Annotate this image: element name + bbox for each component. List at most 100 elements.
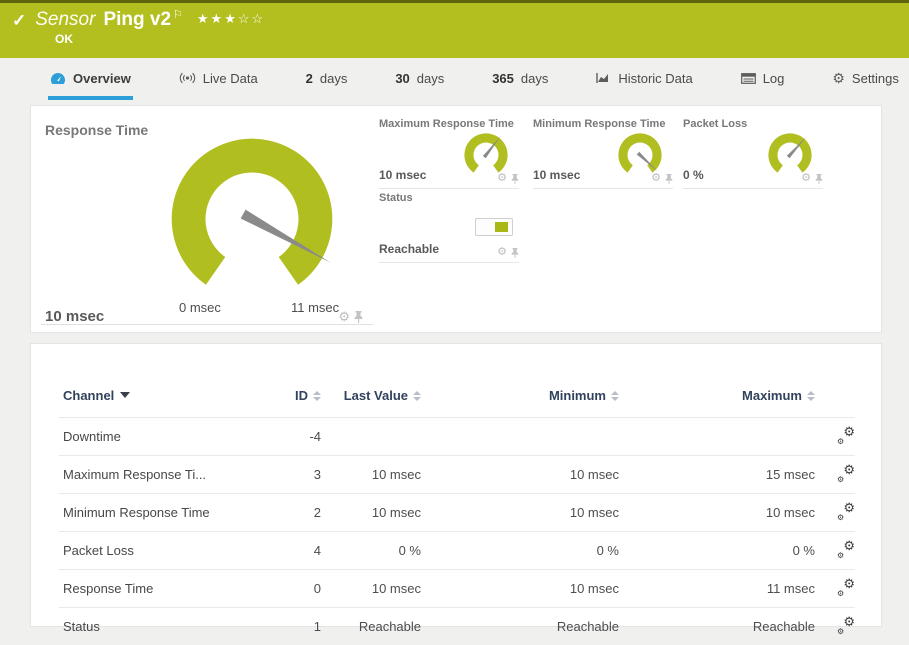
channel-settings-gears-icon[interactable]: ⚙⚙ <box>837 465 855 481</box>
column-header-channel[interactable]: Channel <box>59 382 259 418</box>
gauge-icon <box>50 72 66 85</box>
channel-settings-gears-icon[interactable]: ⚙⚙ <box>837 503 855 519</box>
flag-icon[interactable]: ⚐ <box>173 8 183 21</box>
status-value: Reachable <box>379 242 439 256</box>
table-row[interactable]: Response Time 0 10 msec 10 msec 11 msec … <box>59 570 855 608</box>
table-row[interactable]: Downtime -4 ⚙⚙ <box>59 418 855 456</box>
table-row[interactable]: Maximum Response Ti... 3 10 msec 10 msec… <box>59 456 855 494</box>
gauge-settings-gear-icon[interactable]: ⚙ <box>801 173 811 184</box>
channel-last-value-cell: Reachable <box>325 608 425 645</box>
table-row[interactable]: Status 1 Reachable Reachable Reachable ⚙… <box>59 608 855 645</box>
column-header-maximum[interactable]: Maximum <box>623 382 819 418</box>
channel-name-cell[interactable]: Status <box>59 608 259 645</box>
sort-icon <box>413 391 421 401</box>
response-time-gauge <box>159 126 345 312</box>
pin-icon[interactable] <box>665 174 673 184</box>
column-header-minimum[interactable]: Minimum <box>425 382 623 418</box>
column-header-id[interactable]: ID <box>259 382 325 418</box>
gauge-settings-gear-icon[interactable]: ⚙ <box>497 247 507 258</box>
priority-stars[interactable]: ★★★☆☆ <box>197 11 265 27</box>
channel-name-cell[interactable]: Packet Loss <box>59 532 259 570</box>
column-label: ID <box>295 388 308 403</box>
pin-icon[interactable] <box>511 174 519 184</box>
live-data-icon <box>179 72 196 84</box>
tab-365-days[interactable]: 365 days <box>490 60 550 100</box>
table-row[interactable]: Minimum Response Time 2 10 msec 10 msec … <box>59 494 855 532</box>
channel-settings-gears-icon[interactable]: ⚙⚙ <box>837 427 855 443</box>
gauge-title: Status <box>379 192 413 204</box>
channel-actions-cell: ⚙⚙ <box>819 456 855 494</box>
channel-settings-gears-icon[interactable]: ⚙⚙ <box>837 579 855 595</box>
tab-label: Live Data <box>203 71 258 86</box>
sort-icon <box>807 391 815 401</box>
channel-name-cell[interactable]: Minimum Response Time <box>59 494 259 532</box>
gauge-settings-gear-icon[interactable]: ⚙ <box>651 173 661 184</box>
channel-maximum-cell: 0 % <box>623 532 819 570</box>
tab-number: 30 <box>395 71 409 86</box>
gauge-current-value: 10 msec <box>379 168 426 182</box>
tab-overview[interactable]: Overview <box>48 60 133 100</box>
column-header-last-value[interactable]: Last Value <box>325 382 425 418</box>
column-label: Minimum <box>549 388 606 403</box>
log-list-icon <box>741 73 756 84</box>
tab-30-days[interactable]: 30 days <box>393 60 446 100</box>
channel-minimum-cell: 10 msec <box>425 570 623 608</box>
tab-label: Overview <box>73 71 131 86</box>
tab-settings[interactable]: ⚙ Settings <box>830 60 901 100</box>
channel-id-cell: 4 <box>259 532 325 570</box>
channel-maximum-cell: 15 msec <box>623 456 819 494</box>
channel-minimum-cell: 10 msec <box>425 456 623 494</box>
gear-icon: ⚙ <box>832 71 845 85</box>
sensor-name: Ping v2 <box>103 9 171 31</box>
status-toggle-knob <box>495 222 508 232</box>
channel-name-cell[interactable]: Response Time <box>59 570 259 608</box>
gauge-title: Maximum Response Time <box>379 118 514 130</box>
pin-icon[interactable] <box>511 248 519 258</box>
channel-id-cell: 1 <box>259 608 325 645</box>
tab-number: 2 <box>306 71 313 86</box>
channel-last-value-cell: 10 msec <box>325 494 425 532</box>
overview-gauges-panel: Response Time 0 msec 11 msec 10 msec ⚙ M… <box>30 105 882 333</box>
tab-label: Historic Data <box>618 71 692 86</box>
column-label: Channel <box>63 388 114 403</box>
tab-label: days <box>417 71 444 86</box>
tab-live-data[interactable]: Live Data <box>177 60 260 100</box>
pin-icon[interactable] <box>815 174 823 184</box>
channel-minimum-cell <box>425 418 623 456</box>
gauge-current-value: 0 % <box>683 168 704 182</box>
sort-icon <box>313 391 321 401</box>
tab-log[interactable]: Log <box>739 60 787 100</box>
gauge-settings-gear-icon[interactable]: ⚙ <box>338 310 350 323</box>
column-label: Maximum <box>742 388 802 403</box>
sensor-header: ✓ Sensor Ping v2 ⚐ ★★★☆☆ OK <box>0 0 909 58</box>
sensor-status-badge: OK <box>55 32 909 46</box>
packet-loss-gauge-block: Packet Loss 0 % ⚙ <box>683 118 823 189</box>
maximum-response-time-gauge-block: Maximum Response Time 10 msec ⚙ <box>379 118 519 189</box>
channel-id-cell: 3 <box>259 456 325 494</box>
channel-id-cell: -4 <box>259 418 325 456</box>
tab-label: Settings <box>852 71 899 86</box>
channel-settings-gears-icon[interactable]: ⚙⚙ <box>837 541 855 557</box>
tab-historic-data[interactable]: Historic Data <box>594 60 694 100</box>
pin-icon[interactable] <box>354 311 363 323</box>
tab-label: Log <box>763 71 785 86</box>
status-channel-block: Status Reachable ⚙ <box>379 192 519 263</box>
channel-id-cell: 0 <box>259 570 325 608</box>
table-row[interactable]: Packet Loss 4 0 % 0 % 0 % ⚙⚙ <box>59 532 855 570</box>
channel-maximum-cell: Reachable <box>623 608 819 645</box>
channel-actions-cell: ⚙⚙ <box>819 532 855 570</box>
channel-minimum-cell: 0 % <box>425 532 623 570</box>
tab-2-days[interactable]: 2 days <box>304 60 350 100</box>
channel-actions-cell: ⚙⚙ <box>819 418 855 456</box>
tab-bar: Overview Live Data 2 days 30 days 365 da… <box>0 60 909 100</box>
tab-label: days <box>521 71 548 86</box>
area-chart-icon <box>596 72 611 84</box>
channel-name-cell[interactable]: Maximum Response Ti... <box>59 456 259 494</box>
stars-empty: ☆☆ <box>238 11 265 26</box>
gauge-settings-gear-icon[interactable]: ⚙ <box>497 173 507 184</box>
channel-name-cell[interactable]: Downtime <box>59 418 259 456</box>
channel-settings-gears-icon[interactable]: ⚙⚙ <box>837 617 855 633</box>
minimum-response-time-gauge-block: Minimum Response Time 10 msec ⚙ <box>533 118 673 189</box>
response-time-gauge-block: Response Time 0 msec 11 msec 10 msec ⚙ <box>41 112 373 325</box>
gauge-current-value: 10 msec <box>45 308 104 325</box>
